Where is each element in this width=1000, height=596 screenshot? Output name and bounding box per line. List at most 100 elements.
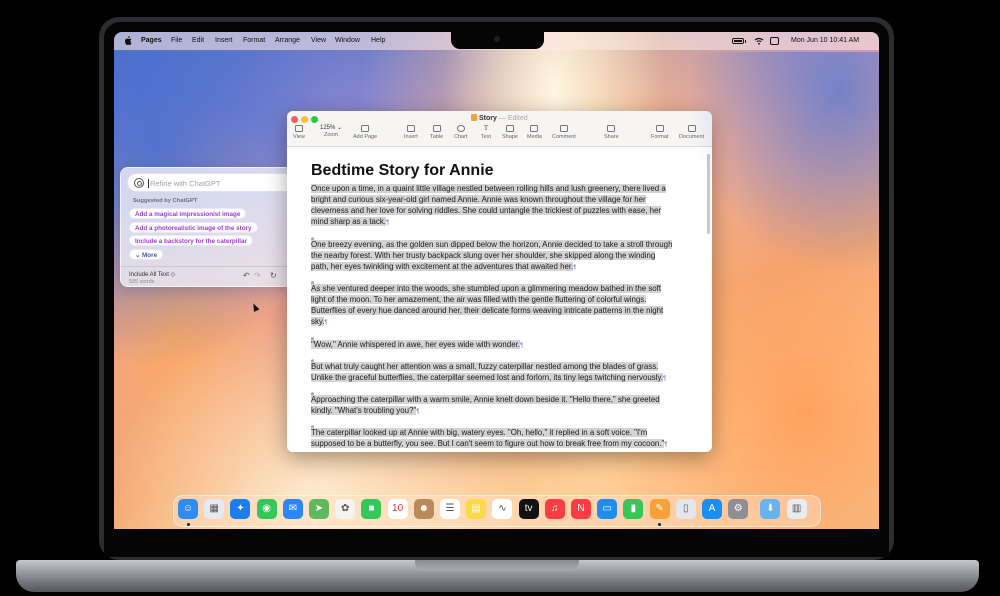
toolbar-format[interactable]: Format xyxy=(651,125,668,140)
paragraph-1: Once upon a time, in a quaint little vil… xyxy=(311,184,666,227)
sidebar-icon xyxy=(294,125,303,132)
chart-label: Chart xyxy=(454,134,468,140)
paragraph-2: One breezy evening, as the golden sun di… xyxy=(311,240,673,272)
media-icon xyxy=(530,125,539,132)
dock-trash-icon[interactable]: ▥ xyxy=(786,499,807,519)
dock-finder-icon[interactable]: ☺ xyxy=(178,499,198,519)
paragraph-6: Approaching the caterpillar with a warm … xyxy=(311,395,660,416)
menu-view[interactable]: View xyxy=(311,37,326,44)
document-status: Edited xyxy=(507,115,528,122)
chatgpt-refine-input[interactable]: Refine with ChatGPT xyxy=(127,173,299,192)
text-icon: T xyxy=(483,124,489,132)
dock-maps-icon[interactable]: ➤ xyxy=(309,499,329,519)
empty-line: ¶ xyxy=(311,351,317,366)
menu-edit[interactable]: Edit xyxy=(192,37,204,44)
zoom-percent: 125% xyxy=(320,125,336,131)
dock-reminders-icon[interactable]: ☰ xyxy=(440,499,460,519)
toolbar-table[interactable]: Table xyxy=(430,125,443,140)
add-page-icon xyxy=(361,125,370,132)
close-button[interactable] xyxy=(291,116,298,123)
view-label: View xyxy=(293,134,305,140)
document-title: Story — Edited xyxy=(471,114,528,122)
dock-iphone-mirroring-icon[interactable]: ▯ xyxy=(675,499,696,519)
suggestion-magical-image[interactable]: Add a magical impressionist image xyxy=(129,208,247,219)
toolbar-text[interactable]: T Text xyxy=(481,124,492,141)
minimize-button[interactable] xyxy=(301,116,308,123)
toolbar-view[interactable]: View xyxy=(293,125,305,140)
menu-arrange[interactable]: Arrange xyxy=(275,37,300,44)
toolbar-chart[interactable]: Chart xyxy=(454,125,467,140)
battery-icon[interactable] xyxy=(732,38,744,44)
insert-label: Insert xyxy=(404,134,418,140)
menu-format[interactable]: Format xyxy=(243,37,265,44)
dock-calendar-icon[interactable]: 10 xyxy=(387,499,408,519)
toolbar-media[interactable]: Media xyxy=(527,125,542,140)
toolbar-add-page[interactable]: Add Page xyxy=(353,125,377,140)
toolbar-document[interactable]: Document xyxy=(679,125,704,140)
dock-messages-icon[interactable]: ◉ xyxy=(256,499,277,519)
more-suggestions-button[interactable]: ⌄ More xyxy=(129,249,164,260)
menu-help[interactable]: Help xyxy=(371,37,385,44)
redo-icon[interactable]: ↷ xyxy=(254,272,261,280)
menu-insert[interactable]: Insert xyxy=(215,37,233,44)
zoom-value: 125% ⌄ xyxy=(320,125,343,131)
menu-window[interactable]: Window xyxy=(335,37,360,44)
battery-tip xyxy=(745,40,746,43)
panel-divider xyxy=(121,266,304,267)
chatgpt-icon xyxy=(134,178,144,188)
dock-launchpad-icon[interactable]: ▦ xyxy=(204,499,225,519)
dock-downloads-folder-icon[interactable]: ⬇ xyxy=(760,499,781,519)
apple-icon[interactable] xyxy=(124,36,132,45)
empty-line: ¶ xyxy=(311,417,317,432)
menu-clock[interactable]: Mon Jun 10 10:41 AM xyxy=(791,37,859,44)
window-toolbar: Story — Edited View 125% ⌄ Zoom Add Page … xyxy=(287,111,712,147)
control-center-icon[interactable] xyxy=(770,37,779,45)
add-page-label: Add Page xyxy=(353,134,378,140)
empty-line: ¶ xyxy=(311,273,317,288)
dock-app-store-icon[interactable]: A xyxy=(702,499,722,519)
dock-photos-icon[interactable]: ✿ xyxy=(335,499,356,519)
dock-numbers-icon[interactable]: ▮ xyxy=(623,499,644,519)
format-label: Format xyxy=(651,134,669,140)
undo-icon[interactable]: ↶ xyxy=(243,272,250,280)
menu-app-name[interactable]: Pages xyxy=(141,37,162,44)
toolbar-share[interactable]: Share xyxy=(604,125,619,140)
mouse-pointer-icon xyxy=(250,302,260,312)
toolbar-insert[interactable]: Insert xyxy=(404,125,418,140)
dock-tv-icon[interactable]: tv xyxy=(518,499,539,519)
document-name: Story xyxy=(479,115,497,122)
zoom-window-button[interactable] xyxy=(311,116,318,123)
text-label: Text xyxy=(481,134,492,140)
paragraph-7: The caterpillar looked up at Annie with … xyxy=(311,428,668,449)
dock-music-icon[interactable]: ♫ xyxy=(544,499,565,519)
toolbar-comment[interactable]: Comment xyxy=(552,125,576,140)
paragraph-3: As she ventured deeper into the woods, s… xyxy=(311,284,664,327)
share-icon xyxy=(607,125,616,132)
dock-system-settings-icon[interactable]: ⚙ xyxy=(728,499,749,519)
dock-facetime-icon[interactable]: ■ xyxy=(361,499,382,519)
toolbar-shape[interactable]: Shape xyxy=(502,125,518,140)
desktop: Pages File Edit Insert Format Arrange Vi… xyxy=(114,32,879,529)
include-all-text-selector[interactable]: Include All Text ◇ xyxy=(129,271,175,278)
menu-file[interactable]: File xyxy=(171,37,182,44)
dock-mail-icon[interactable]: ✉ xyxy=(282,499,303,519)
suggestion-photorealistic-image[interactable]: Add a photorealistic image of the story xyxy=(129,222,258,233)
dock-notes-icon[interactable]: ▤ xyxy=(466,499,487,519)
paintbrush-icon xyxy=(655,125,664,132)
empty-line: ¶ xyxy=(311,329,317,344)
dock-contacts-icon[interactable]: ☻ xyxy=(413,499,434,519)
dock-pages-icon[interactable]: ✎ xyxy=(649,499,670,519)
dock-freeform-icon[interactable]: ∿ xyxy=(492,499,513,519)
dock-running-indicator xyxy=(186,523,190,526)
dock-news-icon[interactable]: N xyxy=(571,499,591,519)
dock-keynote-icon[interactable]: ▭ xyxy=(597,499,618,519)
vertical-scrollbar[interactable] xyxy=(707,154,710,234)
toolbar-zoom[interactable]: 125% ⌄ Zoom xyxy=(320,124,342,138)
wifi-icon[interactable] xyxy=(754,37,764,45)
paragraph-4: "Wow," Annie whispered in awe, her eyes … xyxy=(311,340,524,349)
suggestion-backstory[interactable]: Include a backstory for the caterpillar xyxy=(129,235,253,246)
document-canvas[interactable]: Bedtime Story for Annie Once upon a time… xyxy=(287,148,712,452)
refine-placeholder: Refine with ChatGPT xyxy=(150,179,221,188)
dock-safari-icon[interactable]: ✦ xyxy=(230,499,251,519)
refresh-icon[interactable]: ↻ xyxy=(270,272,277,280)
